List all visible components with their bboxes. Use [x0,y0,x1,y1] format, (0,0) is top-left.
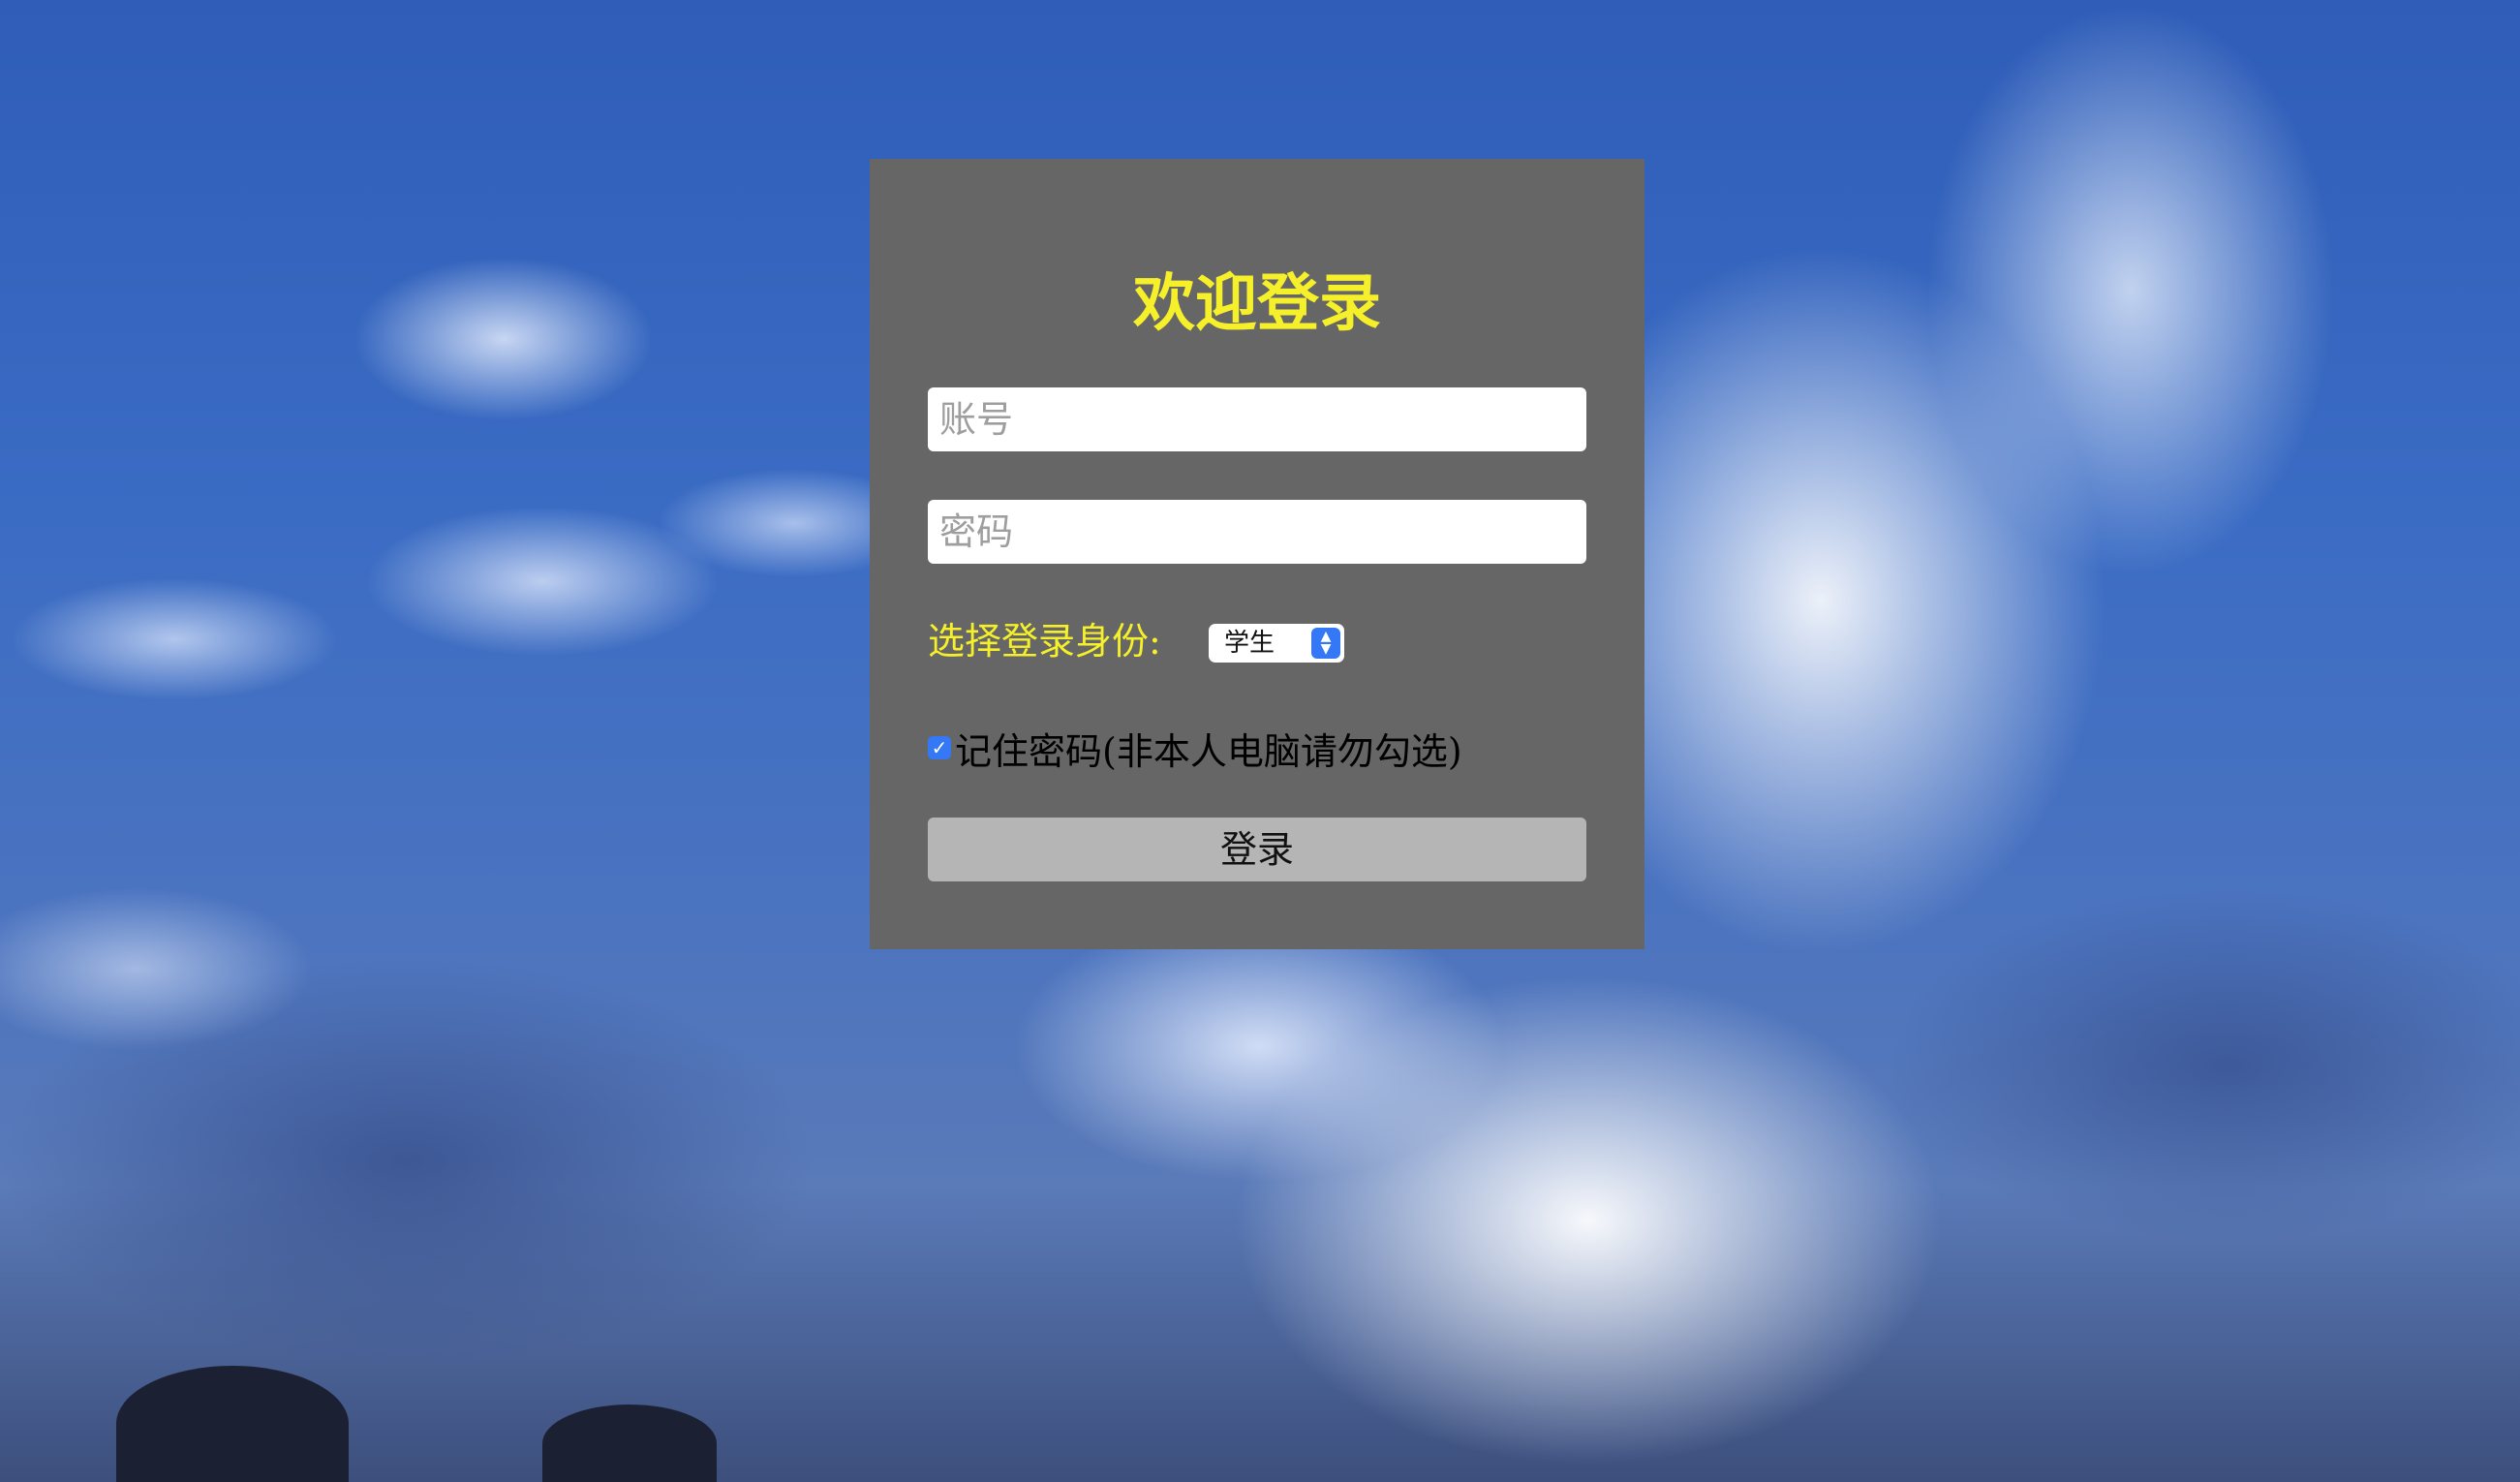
checkmark-icon: ✓ [931,736,948,759]
chevron-up-down-icon: ▲ ▼ [1311,628,1340,659]
remember-checkbox[interactable]: ✓ [928,736,951,759]
remember-label: 记住密码(非本人电脑请勿勾选) [955,729,1462,773]
role-select[interactable]: 学生 ▲ ▼ [1209,624,1344,663]
login-panel: 欢迎登录 选择登录身份: 学生 ▲▼ ✓ 记住密码(非本人电脑请勿勾选) 登录 [870,159,1644,949]
password-input[interactable] [928,500,1586,564]
tree-silhouette [542,1405,717,1482]
tree-silhouette [116,1366,349,1482]
login-title: 欢迎登录 [1133,267,1381,340]
login-button[interactable]: 登录 [928,818,1586,881]
role-select-value: 学生 [1224,629,1275,658]
remember-password-row[interactable]: ✓ 记住密码(非本人电脑请勿勾选) [928,719,1462,777]
account-input[interactable] [928,387,1586,451]
role-label: 选择登录身份: [928,620,1161,663]
